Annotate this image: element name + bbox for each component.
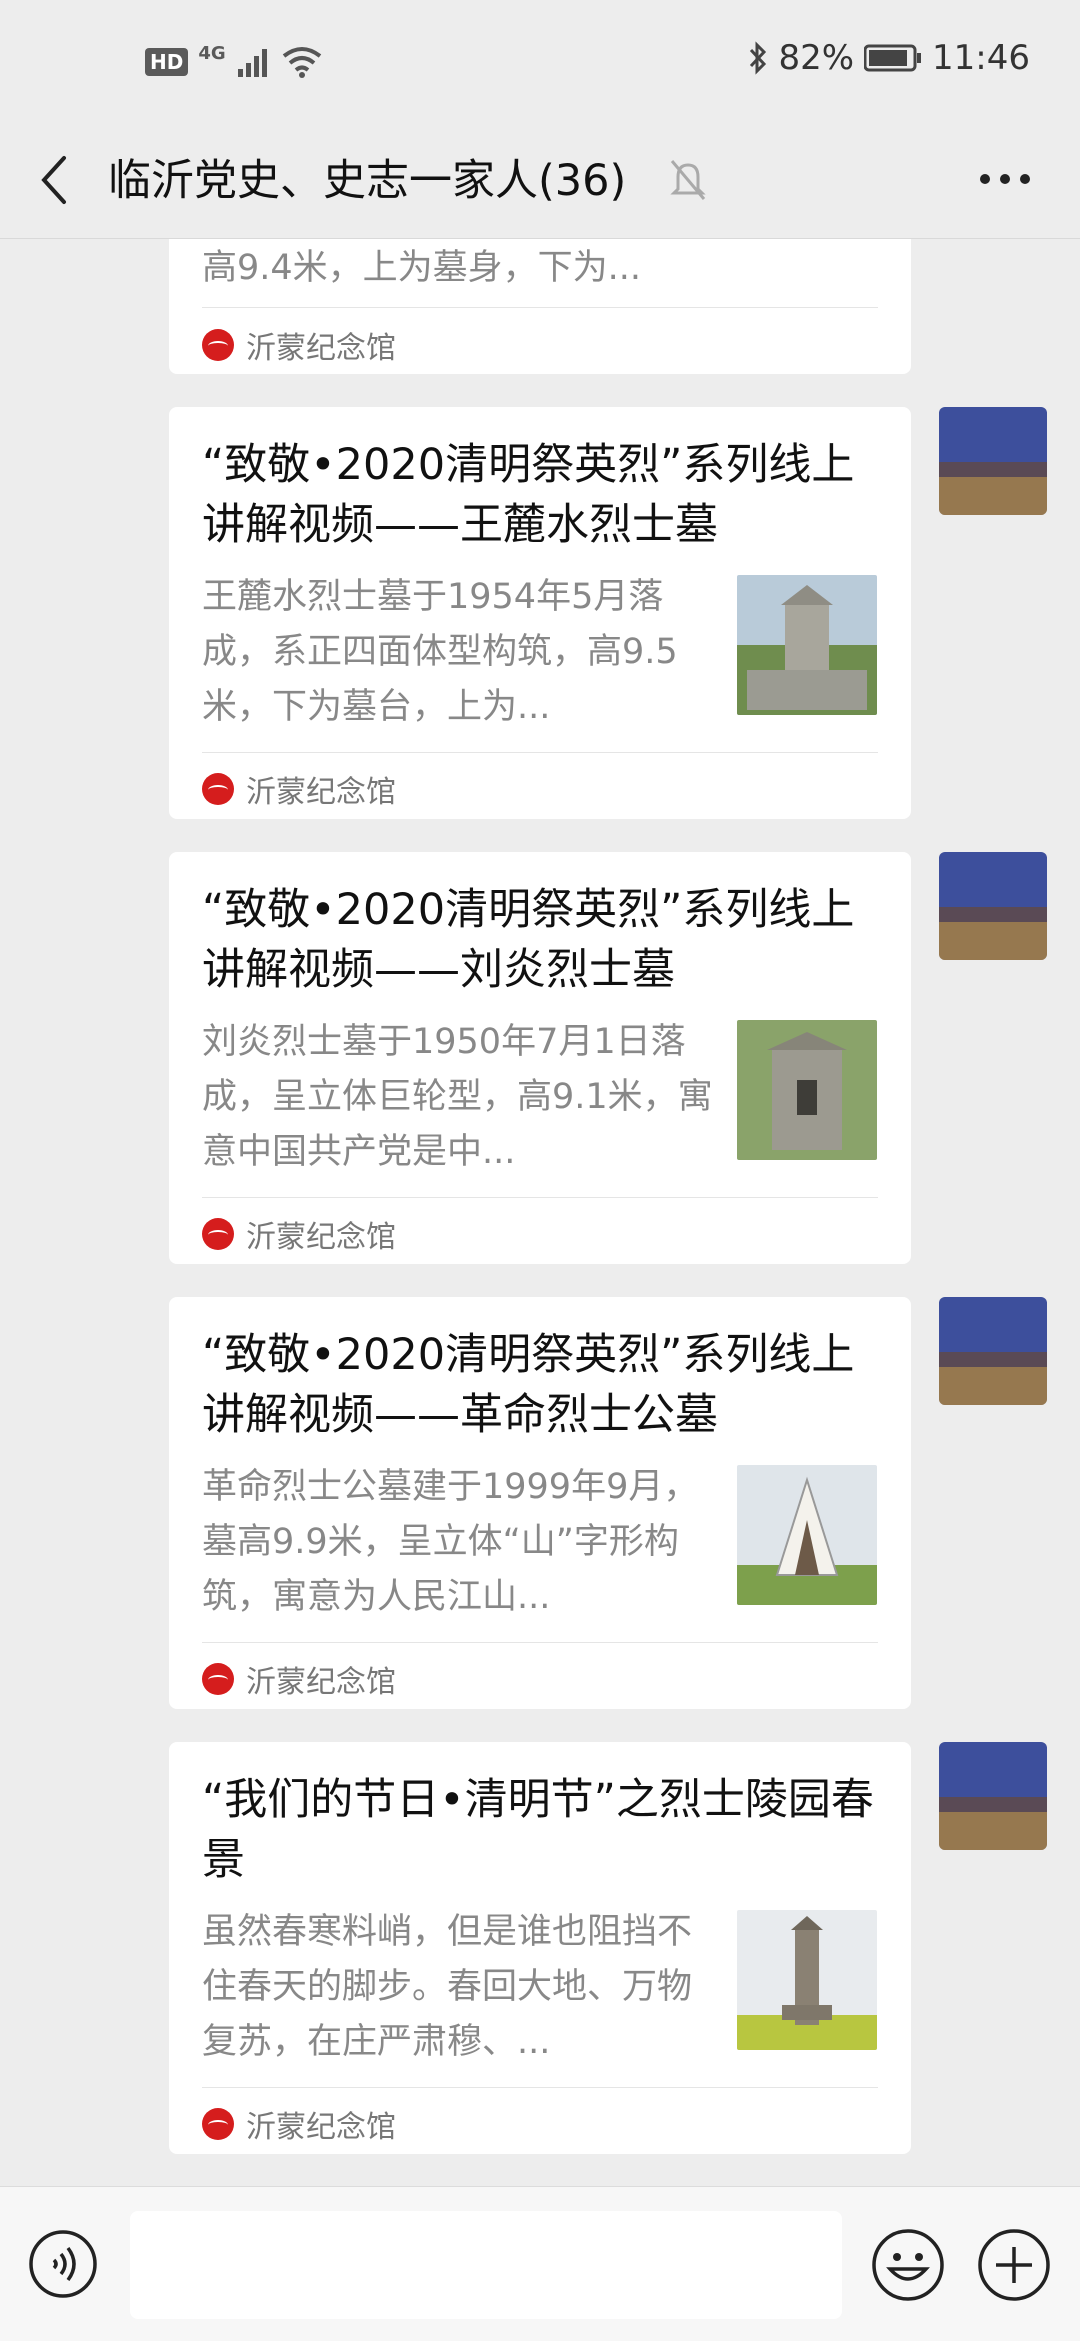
status-left: HD 4G — [145, 42, 322, 78]
article-card[interactable]: “我们的节日•清明节”之烈士陵园春景 虽然春寒料峭，但是谁也阻挡不住春天的脚步。… — [169, 1742, 911, 2154]
source-logo-icon — [202, 1218, 234, 1250]
sender-avatar[interactable] — [939, 407, 1047, 515]
article-card[interactable]: “致敬•2020清明祭英烈”系列线上讲解视频——革命烈士公墓 革命烈士公墓建于1… — [169, 1297, 911, 1709]
bell-off-icon — [670, 160, 706, 200]
article-source: 沂蒙纪念馆 — [202, 323, 396, 367]
article-thumbnail — [737, 575, 877, 715]
article-title: “致敬•2020清明祭英烈”系列线上讲解视频——革命烈士公墓 — [202, 1330, 855, 1440]
article-desc: 王麓水烈士墓于1954年5月落成，系正四面体型构筑，高9.5米，下为墓台，上为.… — [202, 577, 678, 727]
article-desc: 虽然春寒料峭，但是谁也阻挡不住春天的脚步。春回大地、万物复苏，在庄严肃穆、... — [202, 1912, 693, 2062]
battery-icon — [864, 44, 922, 72]
chat-header: 临沂党史、史志一家人(36) — [0, 130, 1080, 239]
article-thumbnail — [737, 1020, 877, 1160]
emoji-icon[interactable] — [870, 2227, 946, 2303]
signal-icon — [237, 49, 267, 77]
hd-badge: HD — [145, 48, 189, 76]
source-name: 沂蒙纪念馆 — [246, 331, 396, 366]
card-divider — [202, 307, 878, 308]
article-thumbnail — [737, 1465, 877, 1605]
article-source: 沂蒙纪念馆 — [202, 1212, 396, 1256]
wifi-icon — [282, 47, 321, 78]
article-source: 沂蒙纪念馆 — [202, 1657, 396, 1701]
article-thumbnail — [737, 1910, 877, 2050]
battery-percent: 82% — [778, 38, 855, 78]
more-icon[interactable] — [980, 174, 1030, 184]
network-type: 4G — [198, 42, 226, 64]
article-card[interactable]: “致敬•2020清明祭英烈”系列线上讲解视频——王麓水烈士墓 王麓水烈士墓于19… — [169, 407, 911, 819]
article-card[interactable]: 高9.4米，上为墓身，下为... 沂蒙纪念馆 — [169, 239, 911, 374]
article-desc: 刘炎烈士墓于1950年7月1日落成，呈立体巨轮型，高9.1米，寓意中国共产党是中… — [202, 1022, 713, 1172]
source-name: 沂蒙纪念馆 — [246, 1665, 396, 1700]
article-title: “致敬•2020清明祭英烈”系列线上讲解视频——刘炎烈士墓 — [202, 885, 855, 995]
card-divider — [202, 1197, 878, 1198]
clock: 11:46 — [932, 38, 1030, 78]
card-divider — [202, 2087, 878, 2088]
card-divider — [202, 752, 878, 753]
chat-title: 临沂党史、史志一家人(36) — [108, 156, 627, 206]
chevron-left-icon[interactable] — [36, 150, 76, 210]
voice-icon[interactable] — [28, 2229, 98, 2299]
sender-avatar[interactable] — [939, 852, 1047, 960]
article-title: “致敬•2020清明祭英烈”系列线上讲解视频——王麓水烈士墓 — [202, 440, 855, 550]
source-name: 沂蒙纪念馆 — [246, 775, 396, 810]
card-divider — [202, 1642, 878, 1643]
source-name: 沂蒙纪念馆 — [246, 1220, 396, 1255]
source-logo-icon — [202, 2108, 234, 2140]
article-desc: 高9.4米，上为墓身，下为... — [202, 248, 642, 288]
sender-avatar[interactable] — [939, 1297, 1047, 1405]
article-title: “我们的节日•清明节”之烈士陵园春景 — [202, 1775, 874, 1885]
source-logo-icon — [202, 773, 234, 805]
source-logo-icon — [202, 329, 234, 361]
source-logo-icon — [202, 1663, 234, 1695]
input-bar — [0, 2186, 1080, 2341]
article-desc: 革命烈士公墓建于1999年9月，墓高9.9米，呈立体“山”字形构筑，寓意为人民江… — [202, 1467, 699, 1617]
message-list[interactable]: 高9.4米，上为墓身，下为... 沂蒙纪念馆 “致敬•2020清明祭英烈”系列线… — [0, 239, 1080, 2186]
plus-icon[interactable] — [976, 2227, 1052, 2303]
status-right: 82% 11:46 — [748, 38, 1030, 78]
article-card[interactable]: “致敬•2020清明祭英烈”系列线上讲解视频——刘炎烈士墓 刘炎烈士墓于1950… — [169, 852, 911, 1264]
sender-avatar[interactable] — [939, 1742, 1047, 1850]
article-source: 沂蒙纪念馆 — [202, 767, 396, 811]
article-source: 沂蒙纪念馆 — [202, 2102, 396, 2146]
status-bar: HD 4G 82% 11:46 — [0, 0, 1080, 130]
bluetooth-icon — [750, 41, 767, 75]
source-name: 沂蒙纪念馆 — [246, 2110, 396, 2145]
message-input[interactable] — [130, 2211, 842, 2319]
